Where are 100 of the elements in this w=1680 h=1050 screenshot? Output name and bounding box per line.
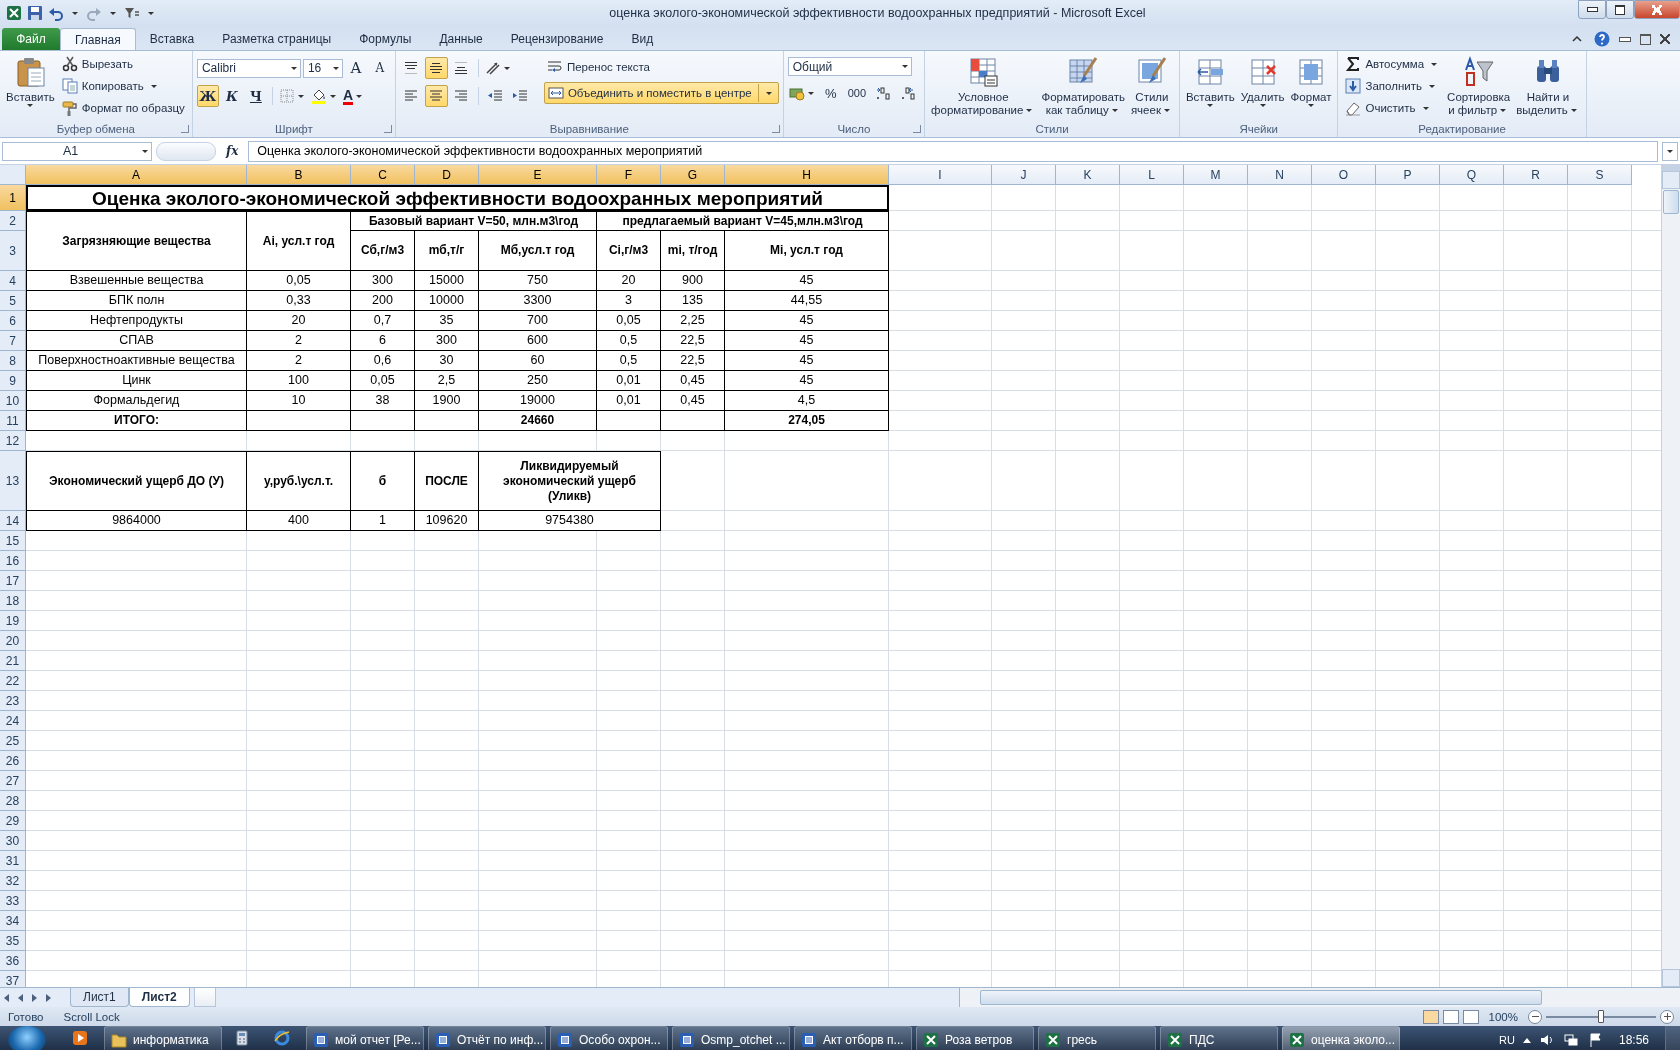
font-size-field[interactable]: 16 (302, 58, 343, 78)
vertical-scrollbar[interactable] (1661, 165, 1680, 987)
taskbar-item[interactable]: ПДС (1160, 1026, 1278, 1050)
language-indicator[interactable]: RU (1499, 1034, 1515, 1046)
ribbon-tab[interactable]: Вставка (135, 28, 209, 50)
close-button[interactable] (1634, 0, 1680, 19)
row-header[interactable]: 23 (0, 691, 26, 711)
row-header[interactable]: 10 (0, 391, 26, 411)
row-header[interactable]: 20 (0, 631, 26, 651)
row-header[interactable]: 22 (0, 671, 26, 691)
vertical-align-button[interactable] (424, 57, 448, 79)
row-header[interactable]: 2 (0, 211, 26, 231)
number-format-field[interactable]: Общий (787, 57, 912, 76)
column-header[interactable]: I (889, 165, 992, 185)
sort-filter-button[interactable]: Сортировка и фильтр (1445, 54, 1513, 119)
row-header[interactable]: 5 (0, 291, 26, 311)
row-header[interactable]: 12 (0, 431, 26, 451)
row-header[interactable]: 31 (0, 851, 26, 871)
column-header[interactable]: Q (1440, 165, 1504, 185)
row-header[interactable]: 35 (0, 931, 26, 951)
close-icon[interactable] (1660, 34, 1670, 44)
row-header[interactable]: 30 (0, 831, 26, 851)
column-header[interactable]: S (1568, 165, 1632, 185)
column-header[interactable]: J (992, 165, 1056, 185)
wrap-text-button[interactable]: Перенос текста (543, 57, 779, 77)
name-box[interactable]: A1 (2, 141, 152, 161)
page-layout-icon[interactable] (1442, 1009, 1459, 1024)
last-sheet-icon[interactable] (46, 993, 51, 1002)
column-header[interactable]: K (1056, 165, 1120, 185)
column-header[interactable]: M (1184, 165, 1248, 185)
ribbon-tab[interactable]: Формулы (345, 28, 426, 50)
row-header[interactable]: 33 (0, 891, 26, 911)
row-header[interactable]: 27 (0, 771, 26, 791)
taskbar-item[interactable]: Особо охрон... (550, 1026, 668, 1050)
clock[interactable]: 18:56 (1610, 1033, 1657, 1047)
page-break-icon[interactable] (1462, 1009, 1479, 1024)
font-style-button[interactable]: Ж (196, 85, 219, 107)
restore-button[interactable] (1606, 0, 1634, 19)
percent-button[interactable]: % (819, 82, 842, 104)
ribbon-tab[interactable]: Главная (60, 28, 136, 50)
styles-button[interactable]: Форматировать как таблицу (1039, 54, 1127, 119)
taskbar-item[interactable]: информатика (104, 1026, 222, 1050)
row-header[interactable]: 37 (0, 971, 26, 987)
minimize-icon[interactable] (1619, 36, 1631, 42)
row-header[interactable]: 32 (0, 871, 26, 891)
autosum-button[interactable]: Автосумма (1342, 54, 1444, 74)
taskbar-item[interactable]: оценка эколо... (1282, 1026, 1400, 1050)
copy-button[interactable]: Копировать (58, 76, 188, 96)
row-header[interactable]: 4 (0, 271, 26, 291)
row-header[interactable]: 13 (0, 451, 26, 511)
sheet-tab[interactable]: Лист1 (70, 988, 129, 1007)
font-color-button[interactable]: A (341, 85, 366, 107)
column-header[interactable]: P (1376, 165, 1440, 185)
next-sheet-icon[interactable] (32, 993, 37, 1002)
merge-center-button[interactable]: Объединить и поместить в центре (543, 82, 779, 104)
column-header[interactable]: H (725, 165, 889, 185)
dialog-launcher-icon[interactable] (771, 125, 780, 133)
row-header[interactable]: 28 (0, 791, 26, 811)
row-header[interactable]: 34 (0, 911, 26, 931)
column-header[interactable]: B (247, 165, 351, 185)
cells-button[interactable]: Удалить (1238, 54, 1287, 109)
paste-button[interactable]: Вставить (4, 54, 57, 109)
cut-button[interactable]: Вырезать (58, 54, 188, 74)
taskbar-item[interactable]: Акт отборв п... (794, 1026, 912, 1050)
dialog-launcher-icon[interactable] (913, 125, 922, 133)
taskbar-item[interactable]: Роза ветров (916, 1026, 1034, 1050)
horizontal-align-button[interactable] (424, 85, 448, 107)
row-header[interactable]: 6 (0, 311, 26, 331)
row-header[interactable]: 29 (0, 811, 26, 831)
row-header[interactable]: 9 (0, 371, 26, 391)
dialog-launcher-icon[interactable] (383, 125, 392, 133)
row-header[interactable]: 25 (0, 731, 26, 751)
row-header[interactable]: 14 (0, 511, 26, 531)
row-header[interactable]: 3 (0, 231, 26, 271)
first-sheet-icon[interactable] (4, 993, 9, 1002)
column-header[interactable]: F (597, 165, 661, 185)
fill-button[interactable]: Заполнить (1342, 76, 1444, 96)
sheet-tab[interactable]: Лист2 (128, 988, 190, 1007)
ribbon-tab[interactable]: Рецензирование (496, 28, 618, 50)
cells-button[interactable]: Вставить (1183, 54, 1237, 109)
ribbon-tab[interactable]: Разметка страницы (208, 28, 346, 50)
font-name-field[interactable]: Calibri (196, 58, 301, 78)
row-header[interactable]: 36 (0, 951, 26, 971)
column-header[interactable]: A (26, 165, 247, 185)
row-header[interactable]: 17 (0, 571, 26, 591)
insert-function-button[interactable]: fx (220, 144, 245, 158)
find-select-button[interactable]: Найти и выделить (1514, 54, 1582, 119)
column-header[interactable]: O (1312, 165, 1376, 185)
styles-button[interactable]: Стили ячеек (1128, 54, 1175, 119)
row-header[interactable]: 26 (0, 751, 26, 771)
ribbon-tab[interactable]: Данные (425, 28, 497, 50)
dialog-launcher-icon[interactable] (180, 125, 189, 133)
formula-field[interactable]: Оценка эколого-экономической эффективности водоохранных мероприятий (248, 140, 1658, 162)
ribbon-tab[interactable]: Вид (617, 28, 668, 50)
splitter-handle[interactable] (156, 141, 216, 161)
taskbar-item[interactable]: Osmp_otchet ... (672, 1026, 790, 1050)
expand-formula-button[interactable] (1662, 141, 1678, 161)
column-header[interactable]: R (1504, 165, 1568, 185)
row-header[interactable]: 8 (0, 351, 26, 371)
taskbar-item[interactable]: Отчёт по инф... (428, 1026, 546, 1050)
